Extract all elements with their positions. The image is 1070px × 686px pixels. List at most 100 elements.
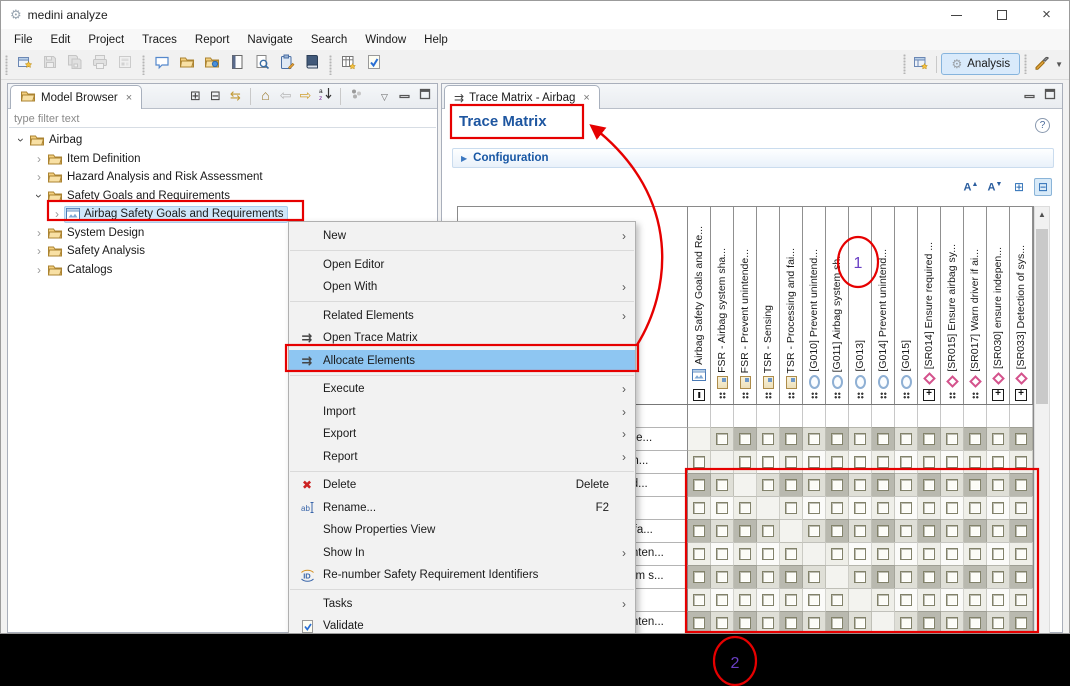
matrix-checkbox[interactable] — [716, 571, 728, 583]
collapse-bar-icon[interactable] — [693, 389, 705, 401]
matrix-checkbox[interactable] — [900, 617, 912, 629]
sort-az-button[interactable]: az — [316, 86, 335, 106]
matrix-checkbox[interactable] — [739, 548, 751, 560]
matrix-checkbox[interactable] — [808, 525, 820, 537]
matrix-checkbox[interactable] — [831, 525, 843, 537]
matrix-column-header[interactable]: [G015] — [895, 207, 918, 404]
matrix-checkbox[interactable] — [693, 571, 705, 583]
menu-item-re-number-safety-requirement-identifiers[interactable]: IDRe-number Safety Requirement Identifie… — [289, 564, 635, 587]
matrix-checkbox[interactable] — [854, 548, 866, 560]
matrix-checkbox[interactable] — [716, 617, 728, 629]
expand-plus-icon[interactable]: + — [923, 389, 935, 401]
matrix-checkbox[interactable] — [808, 502, 820, 514]
matrix-checkbox[interactable] — [1015, 571, 1027, 583]
validate-check-button[interactable] — [363, 54, 385, 76]
chevron-down-icon[interactable]: › — [14, 133, 28, 147]
filter-input[interactable] — [9, 110, 436, 128]
matrix-column-header[interactable]: [G010] Prevent unintend... — [803, 207, 826, 404]
maximize-view-button[interactable] — [1040, 86, 1059, 106]
matrix-checkbox[interactable] — [900, 456, 912, 468]
matrix-checkbox[interactable] — [762, 433, 774, 445]
matrix-checkbox[interactable] — [992, 456, 1004, 468]
matrix-checkbox[interactable] — [693, 548, 705, 560]
matrix-checkbox[interactable] — [716, 594, 728, 606]
matrix-checkbox[interactable] — [969, 594, 981, 606]
matrix-column-header[interactable]: [SR017] Warn driver if ai... — [964, 207, 987, 404]
matrix-checkbox[interactable] — [1015, 548, 1027, 560]
matrix-checkbox[interactable] — [693, 617, 705, 629]
new-wizard-button[interactable] — [14, 54, 36, 76]
matrix-checkbox[interactable] — [739, 525, 751, 537]
search-document-button[interactable] — [251, 54, 273, 76]
matrix-column-header[interactable]: TSR - Processing and fai... — [780, 207, 803, 404]
menu-item-execute[interactable]: Execute› — [289, 378, 635, 401]
matrix-checkbox[interactable] — [854, 571, 866, 583]
matrix-vertical-scrollbar[interactable]: ▲ — [1034, 206, 1050, 634]
tab-close-icon[interactable]: × — [126, 92, 132, 104]
matrix-checkbox[interactable] — [969, 479, 981, 491]
matrix-checkbox[interactable] — [877, 502, 889, 514]
matrix-checkbox[interactable] — [992, 502, 1004, 514]
matrix-checkbox[interactable] — [900, 433, 912, 445]
menu-item-open-with[interactable]: Open With› — [289, 276, 635, 299]
layout-dots-button[interactable] — [346, 86, 365, 106]
matrix-checkbox[interactable] — [808, 456, 820, 468]
matrix-checkbox[interactable] — [831, 594, 843, 606]
matrix-column-header[interactable]: [SR030] ensure indepen...+ — [987, 207, 1010, 404]
comment-button[interactable] — [151, 54, 173, 76]
matrix-checkbox[interactable] — [946, 525, 958, 537]
matrix-checkbox[interactable] — [877, 571, 889, 583]
configuration-section-header[interactable]: ▶ Configuration — [452, 148, 1054, 168]
matrix-checkbox[interactable] — [877, 594, 889, 606]
matrix-column-header[interactable]: TSR - Sensing — [757, 207, 780, 404]
menu-item-rename-[interactable]: abRename...F2 — [289, 497, 635, 520]
matrix-checkbox[interactable] — [969, 571, 981, 583]
menu-item-import[interactable]: Import› — [289, 401, 635, 424]
matrix-checkbox[interactable] — [854, 617, 866, 629]
collapse-all-button[interactable]: ⊟ — [1034, 178, 1052, 196]
matrix-checkbox[interactable] — [1015, 525, 1027, 537]
matrix-checkbox[interactable] — [831, 456, 843, 468]
matrix-column-header[interactable]: [SR033] Detection of sys...+ — [1010, 207, 1033, 404]
matrix-column-header[interactable]: [G013] — [849, 207, 872, 404]
matrix-checkbox[interactable] — [946, 456, 958, 468]
matrix-checkbox[interactable] — [1015, 617, 1027, 629]
matrix-column-header[interactable]: FSR - Prevent unintende... — [734, 207, 757, 404]
tab-model-browser[interactable]: Model Browser × — [10, 85, 142, 109]
matrix-checkbox[interactable] — [992, 433, 1004, 445]
matrix-checkbox[interactable] — [992, 594, 1004, 606]
open-perspective-button[interactable] — [910, 53, 932, 75]
forward-button[interactable]: ⇨ — [296, 86, 315, 106]
minimize-button[interactable] — [395, 86, 414, 106]
tab-close-icon[interactable]: × — [583, 92, 589, 104]
matrix-checkbox[interactable] — [946, 433, 958, 445]
matrix-checkbox[interactable] — [716, 548, 728, 560]
expand-plus-icon[interactable]: + — [1015, 389, 1027, 401]
matrix-checkbox[interactable] — [946, 571, 958, 583]
matrix-checkbox[interactable] — [716, 433, 728, 445]
chevron-down-icon[interactable]: › — [32, 189, 46, 203]
chevron-right-icon[interactable]: › — [32, 263, 46, 277]
matrix-checkbox[interactable] — [877, 456, 889, 468]
matrix-checkbox[interactable] — [969, 525, 981, 537]
matrix-checkbox[interactable] — [762, 617, 774, 629]
matrix-checkbox[interactable] — [785, 548, 797, 560]
matrix-checkbox[interactable] — [831, 617, 843, 629]
menu-item-validate[interactable]: Validate — [289, 615, 635, 634]
window-close-button[interactable]: × — [1024, 1, 1069, 29]
matrix-checkbox[interactable] — [992, 525, 1004, 537]
matrix-checkbox[interactable] — [923, 525, 935, 537]
matrix-checkbox[interactable] — [946, 594, 958, 606]
tab-trace-matrix-airbag[interactable]: ⇉ Trace Matrix - Airbag × — [444, 85, 600, 109]
matrix-checkbox[interactable] — [808, 617, 820, 629]
minimize-view-button[interactable] — [1020, 86, 1039, 106]
matrix-checkbox[interactable] — [946, 502, 958, 514]
matrix-checkbox[interactable] — [1015, 502, 1027, 514]
chevron-right-icon[interactable]: › — [32, 152, 46, 166]
matrix-checkbox[interactable] — [693, 456, 705, 468]
matrix-column-header[interactable]: Airbag Safety Goals and Re... — [688, 207, 711, 404]
matrix-checkbox[interactable] — [693, 594, 705, 606]
menu-item-export[interactable]: Export› — [289, 423, 635, 446]
matrix-checkbox[interactable] — [946, 617, 958, 629]
matrix-checkbox[interactable] — [969, 433, 981, 445]
